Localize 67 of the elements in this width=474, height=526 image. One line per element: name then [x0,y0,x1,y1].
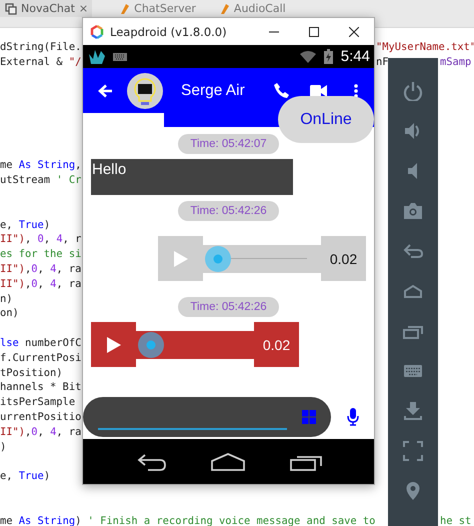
maximize-icon [309,26,319,36]
timestamp-pill: Time: 05:42:26 [178,201,279,221]
code-line: External & "/ [0,54,82,70]
editor-tab[interactable]: AudioCall [214,0,290,17]
code-line: nF [376,54,389,70]
code-line: itsPerSample [0,395,76,410]
timestamp-pill: Time: 05:42:26 [178,297,279,317]
back-arrow-icon [98,84,112,98]
code-line: me As String) ' Finish a recording voice message and save to [0,514,376,526]
code-line: hannels * Bit [0,380,82,396]
download-icon[interactable] [403,401,423,421]
fullscreen-icon[interactable] [403,441,423,461]
camera-icon[interactable] [403,201,423,221]
code-line: e, True) [0,218,50,232]
code-line: f.CurrentPosi [0,350,82,366]
status-time: 5:44 [340,48,370,65]
code-line: on) [0,306,19,322]
timestamp-pill: Time: 05:42:07 [178,134,279,154]
code-line: utStream ' Cr [0,173,82,188]
code-line: es for the si [0,247,82,262]
message-field[interactable] [83,397,331,437]
home-nav-icon[interactable] [210,452,244,470]
play-icon [174,250,188,266]
code-line: ) [0,440,6,454]
crown-app-icon [89,50,105,64]
code-line: "MyUserName.txt" [376,40,474,55]
more-icon [354,84,358,98]
code-line: he st [440,514,472,526]
code-line: e, True) [0,469,50,484]
play-button[interactable] [91,322,136,367]
keyboard-icon [113,52,127,60]
back-nav-icon[interactable] [136,452,166,470]
message-bubble: Hello [91,159,293,195]
video-camera-icon [310,84,327,96]
avatar-icon [127,72,163,108]
code-line: II"),0, 4, ra [0,276,82,292]
editor-tab[interactable]: NovaChat × [0,0,92,17]
code-line: mSamp [440,54,472,70]
wifi-icon [300,50,316,62]
power-icon[interactable] [403,81,423,101]
slider-thumb[interactable] [138,332,164,358]
close-icon [349,26,359,36]
code-line: urrentPositio [0,410,82,425]
windows-icon [5,2,17,14]
editor-tab[interactable]: ChatServer [114,0,200,17]
app-logo-icon [90,24,104,38]
code-line: dString(File. [0,40,82,55]
tab-close-button[interactable]: × [78,2,88,15]
battery-icon [324,49,333,64]
code-line: lse numberOfC [0,336,82,351]
status-pill: OnLine [278,96,374,143]
audio-duration: 0.02 [254,322,299,367]
code-line: II"), 0, 4, r [0,232,82,248]
slider-thumb[interactable] [205,246,231,272]
code-line: II"),0, 4, ra [0,424,82,440]
code-line: n) [0,292,13,306]
play-icon [106,336,120,352]
vb-file-icon [119,2,130,14]
code-line: me As String, [0,158,82,174]
microphone-icon[interactable] [347,408,359,426]
code-line: tPosition) [0,366,63,380]
phone-icon [274,83,289,98]
audio-duration: 0.02 [321,236,366,281]
vb-file-icon [218,2,230,14]
contact-name: Serge Air [181,82,246,100]
code-line: II"),0, 4, ra [0,262,82,277]
window-title: Leapdroid (v1.8.0.0) [110,24,228,38]
